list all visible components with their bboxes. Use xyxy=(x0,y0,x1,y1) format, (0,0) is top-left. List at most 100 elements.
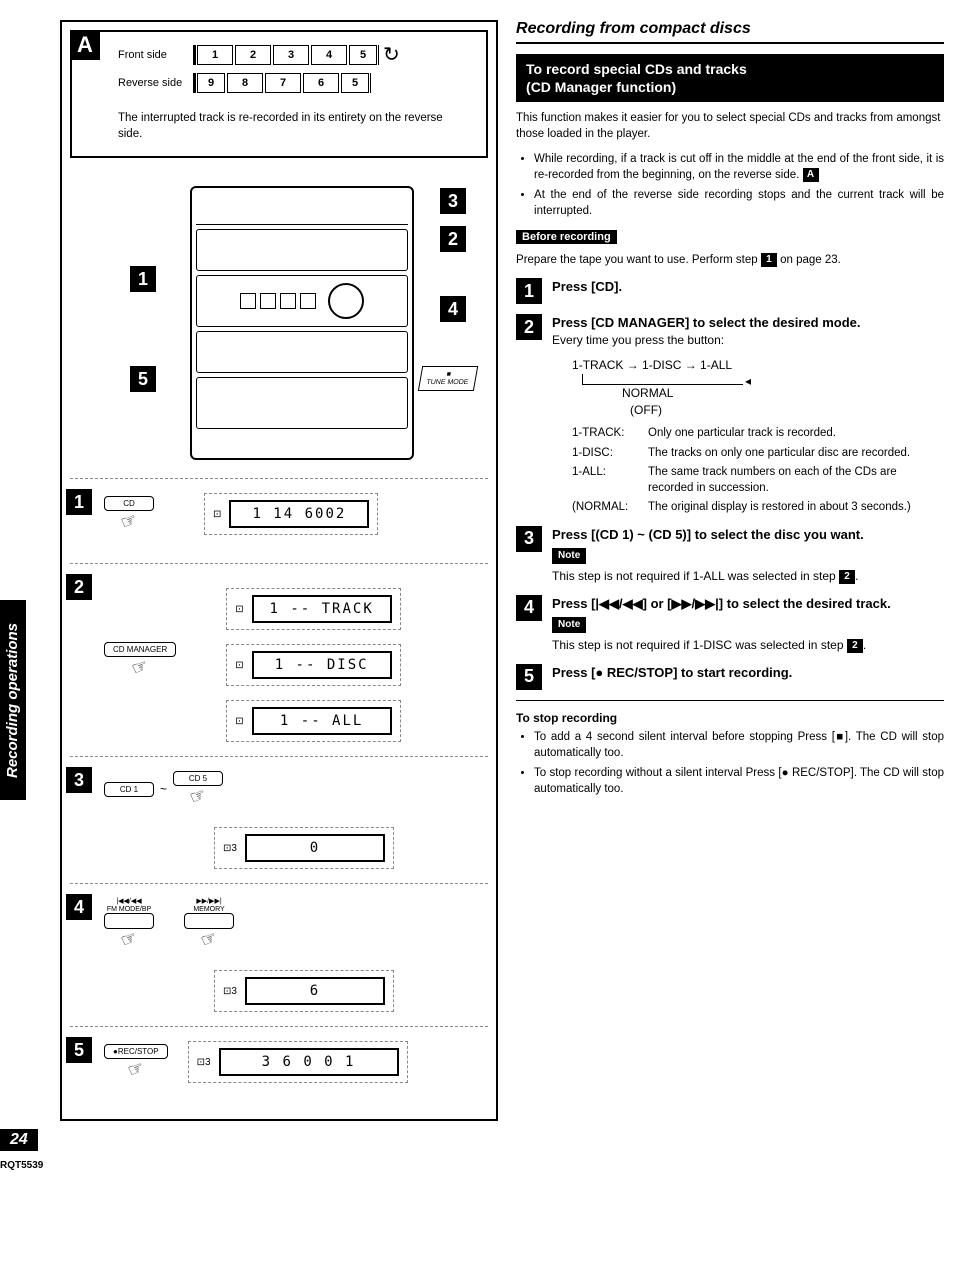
lcd-display: 0 xyxy=(245,834,385,862)
callout-1: 1 xyxy=(130,266,156,292)
front-cells: 1 2 3 4 5 xyxy=(193,45,379,65)
hand-icon: ☞ xyxy=(187,784,209,809)
prev-button-label: |◀◀/◀◀FM MODE/BP xyxy=(107,898,151,913)
mode-val: Only one particular track is recorded. xyxy=(648,426,944,442)
hand-icon: ☞ xyxy=(198,927,220,952)
step-badge: 1 xyxy=(66,489,92,515)
loop-arrow-icon: ↻ xyxy=(383,42,400,67)
reverse-cell: 6 xyxy=(303,73,339,93)
step-badge: 2 xyxy=(66,574,92,600)
step-badge: 3 xyxy=(516,526,542,552)
stereo-diagram: 1 2 3 4 5 ■TUNE MODE xyxy=(70,176,488,466)
stop-heading: To stop recording xyxy=(516,711,944,725)
front-cell: 2 xyxy=(235,45,271,65)
step2-title: Press [CD MANAGER] to select the desired… xyxy=(552,314,944,332)
instr-step-3: 3 Press [(CD 1) ~ (CD 5)] to select the … xyxy=(516,526,944,585)
instr-step-2: 2 Press [CD MANAGER] to select the desir… xyxy=(516,314,944,516)
stop-bullet-2: To stop recording without a silent inter… xyxy=(534,765,944,797)
section-header: Recording from compact discs xyxy=(516,20,944,44)
subsection-bar: To record special CDs and tracks (CD Man… xyxy=(516,54,944,102)
front-cell: 4 xyxy=(311,45,347,65)
step3-title: Press [(CD 1) ~ (CD 5)] to select the di… xyxy=(552,526,944,544)
note-label: Note xyxy=(552,548,586,564)
mode-cycle: 1-TRACK → 1-DISC → 1-ALL ◂ NORMAL (OFF) xyxy=(572,357,944,418)
mode-val: The tracks on only one particular disc a… xyxy=(648,446,944,462)
cassette-icon: ⊡3 xyxy=(197,1057,211,1068)
left-column: A Front side 1 2 3 4 5 ↻ Reverse side 9 … xyxy=(60,20,498,1121)
subsection-line1: To record special CDs and tracks xyxy=(526,60,934,78)
cassette-icon: ⊡3 xyxy=(223,843,237,854)
left-step-4: 4 |◀◀/◀◀FM MODE/BP ☞ ▶▶/▶▶|MEMORY ☞ xyxy=(70,883,488,1026)
ref-badge-2: 2 xyxy=(839,570,855,584)
step-badge: 4 xyxy=(516,595,542,621)
before-recording-text: Prepare the tape you want to use. Perfor… xyxy=(516,252,944,268)
instr-step-1: 1 Press [CD]. xyxy=(516,278,944,304)
stereo-outline xyxy=(190,186,414,460)
divider xyxy=(516,700,944,701)
cassette-icon: ⊡ xyxy=(235,604,243,615)
reverse-cell: 7 xyxy=(265,73,301,93)
next-button-label: ▶▶/▶▶|MEMORY xyxy=(193,898,224,913)
mode-key: 1-TRACK: xyxy=(572,426,640,442)
front-cell: 3 xyxy=(273,45,309,65)
side-tab: Recording operations xyxy=(0,600,26,800)
tilde: ~ xyxy=(160,782,167,796)
cassette-icon: ⊡ xyxy=(213,509,221,520)
step-badge: 3 xyxy=(66,767,92,793)
cassette-icon: ⊡ xyxy=(235,660,243,671)
step3-note-text: This step is not required if 1-ALL was s… xyxy=(552,568,944,585)
box-a-caption: The interrupted track is re-recorded in … xyxy=(118,111,470,142)
tune-mode-label: ■TUNE MODE xyxy=(426,371,471,386)
left-step-3: 3 CD 1 ~ CD 5 ☞ ⊡30 xyxy=(70,756,488,883)
callout-5: 5 xyxy=(130,366,156,392)
step1-title: Press [CD]. xyxy=(552,278,944,296)
callout-2: 2 xyxy=(440,226,466,252)
cassette-icon: ⊡3 xyxy=(223,986,237,997)
front-side-label: Front side xyxy=(118,49,193,61)
tape-reverse-row: Reverse side 9 8 7 6 5 xyxy=(118,73,474,93)
bullet-2: At the end of the reverse side recording… xyxy=(534,187,944,219)
cycle-line1: 1-TRACK → 1-DISC → 1-ALL xyxy=(572,357,944,374)
intro-text: This function makes it easier for you to… xyxy=(516,110,944,142)
stop-bullet-1: To add a 4 second silent interval before… xyxy=(534,729,944,761)
cycle-line2: NORMAL xyxy=(622,385,944,402)
letter-badge-a: A xyxy=(70,30,100,60)
instr-step-5: 5 Press [● REC/STOP] to start recording. xyxy=(516,664,944,690)
ref-badge-1: 1 xyxy=(761,253,777,267)
callout-4: 4 xyxy=(440,296,466,322)
page-number: 24 xyxy=(0,1129,38,1151)
cd-manager-button: CD MANAGER xyxy=(104,642,176,657)
instr-step-4: 4 Press [|◀◀/◀◀] or [▶▶/▶▶|] to select t… xyxy=(516,595,944,654)
right-column: Recording from compact discs To record s… xyxy=(516,20,944,1121)
intro-bullets: While recording, if a track is cut off i… xyxy=(516,151,944,219)
mode-val: The same track numbers on each of the CD… xyxy=(648,465,944,496)
hand-icon: ☞ xyxy=(118,509,140,534)
step4-note-text: This step is not required if 1-DISC was … xyxy=(552,637,944,654)
bullet-1: While recording, if a track is cut off i… xyxy=(534,151,944,183)
hand-icon: ☞ xyxy=(118,927,140,952)
step-badge: 4 xyxy=(66,894,92,920)
step5-title: Press [● REC/STOP] to start recording. xyxy=(552,664,944,682)
subsection-line2: (CD Manager function) xyxy=(526,78,934,96)
doc-id: RQT5539 xyxy=(0,1160,43,1171)
note-label: Note xyxy=(552,617,586,633)
reverse-cell: 9 xyxy=(197,73,225,93)
step-badge: 5 xyxy=(66,1037,92,1063)
side-tab-label: Recording operations xyxy=(5,622,22,777)
lcd-display: 1 14 6002 xyxy=(229,500,369,528)
before-recording-label: Before recording xyxy=(516,230,617,244)
left-step-2: 2 CD MANAGER ☞ ⊡1 -- TRACK ⊡1 -- DISC ⊡1… xyxy=(70,563,488,756)
tape-front-row: Front side 1 2 3 4 5 ↻ xyxy=(118,42,474,67)
cd5-button: CD 5 xyxy=(173,771,223,786)
step4-title: Press [|◀◀/◀◀] or [▶▶/▶▶|] to select the… xyxy=(552,595,944,613)
ref-badge-2: 2 xyxy=(847,639,863,653)
left-step-5: 5 ●REC/STOP ☞ ⊡3 3 6 0 0 1 xyxy=(70,1026,488,1111)
mode-val: The original display is restored in abou… xyxy=(648,500,944,516)
step-badge: 2 xyxy=(516,314,542,340)
hand-icon: ☞ xyxy=(125,1057,147,1082)
lcd-display: 6 xyxy=(245,977,385,1005)
cycle-line3: (OFF) xyxy=(630,402,944,419)
hand-icon: ☞ xyxy=(129,655,151,680)
stop-section: To stop recording To add a 4 second sile… xyxy=(516,711,944,797)
ref-badge-a: A xyxy=(803,168,819,182)
